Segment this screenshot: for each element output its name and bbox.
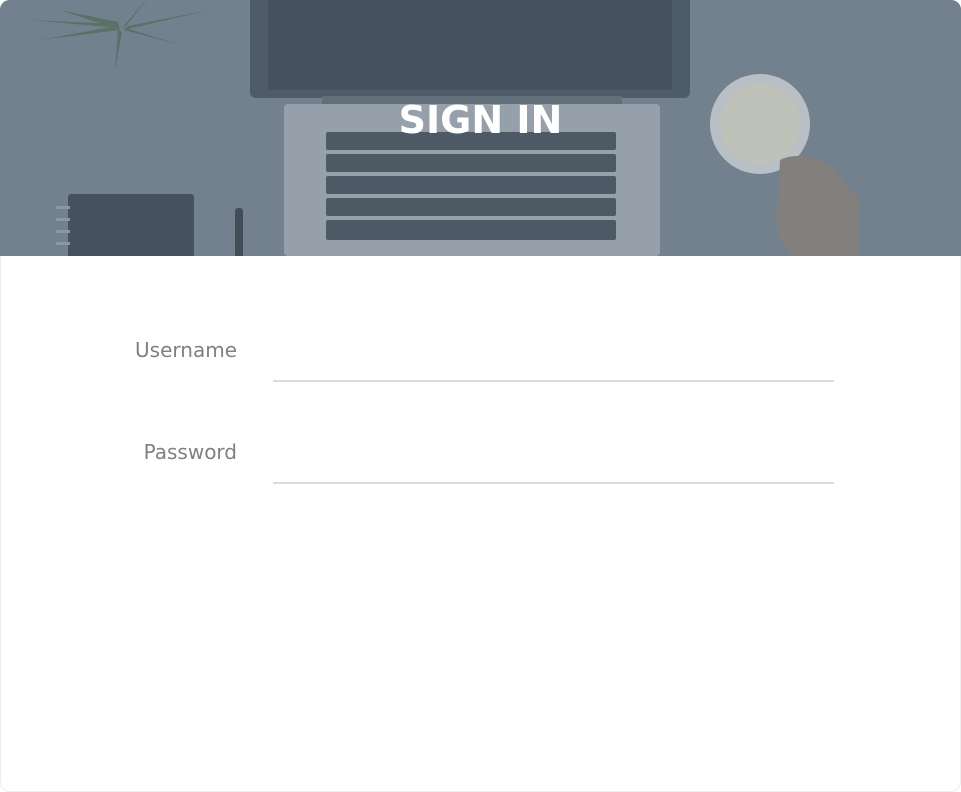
page-title: SIGN IN [398,98,563,142]
password-label: Password [143,440,237,464]
username-label: Username [135,338,237,362]
password-row: Password [0,430,961,490]
username-row: Username [0,328,961,388]
password-input[interactable] [273,434,834,484]
header-banner: SIGN IN [0,0,961,256]
username-input[interactable] [273,332,834,382]
sign-in-card: SIGN IN Username Password [0,0,961,792]
sign-in-form: Username Password [0,256,961,792]
